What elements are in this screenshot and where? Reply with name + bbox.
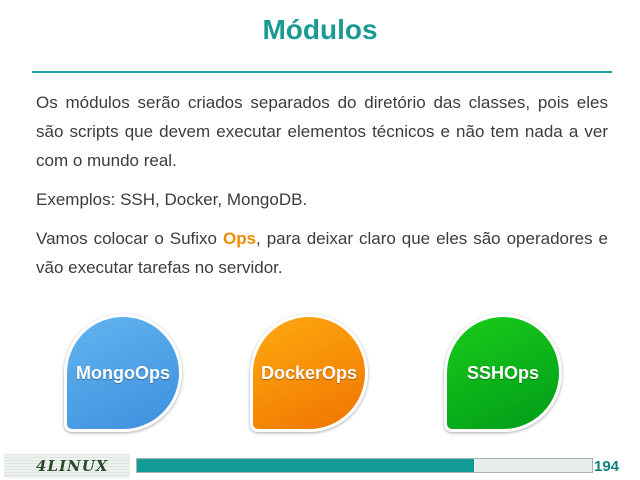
paragraph-suffix: Vamos colocar o Sufixo Ops, para deixar … — [36, 224, 608, 282]
slide-body: Os módulos serão criados separados do di… — [36, 88, 608, 292]
page-number: 194 — [594, 458, 620, 475]
paragraph-examples: Exemplos: SSH, Docker, MongoDB. — [36, 190, 308, 209]
mongoops-badge: MongoOps — [64, 314, 182, 432]
sshops-label: SSHOps — [466, 362, 540, 383]
title-divider — [32, 71, 612, 73]
slide-progress-fill — [137, 459, 474, 472]
paragraph-modules: Os módulos serão criados separados do di… — [36, 93, 608, 170]
sshops-badge: SSHOps — [444, 314, 562, 432]
slide-title: Módulos — [262, 14, 378, 45]
slide-progress-bar — [136, 458, 593, 473]
4linux-logo: 4LINUX — [4, 454, 130, 478]
ops-highlight: Ops — [222, 229, 257, 248]
dockerops-label: DockerOps — [260, 362, 358, 383]
paragraph-suffix-start: Vamos colocar o Sufixo — [36, 229, 223, 248]
slide-footer: 4LINUX 194 — [0, 452, 640, 480]
dockerops-badge: DockerOps — [250, 314, 368, 432]
logo-text: 4LINUX — [36, 457, 109, 475]
mongoops-label: MongoOps — [76, 362, 170, 383]
